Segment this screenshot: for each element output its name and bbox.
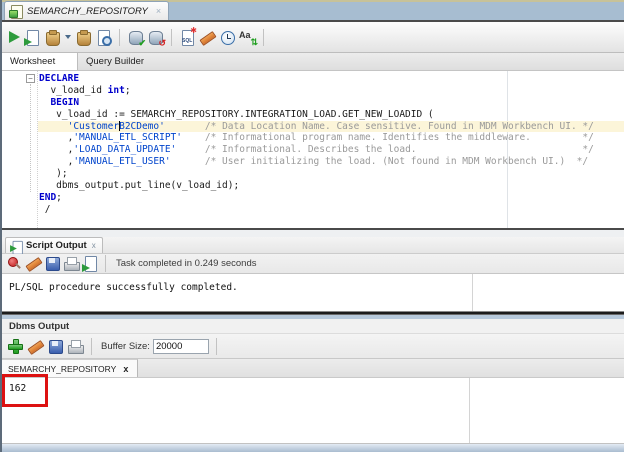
window-bottom-edge [2, 443, 624, 452]
case-toggle-icon[interactable] [239, 29, 258, 48]
add-icon[interactable] [7, 338, 24, 355]
code-line[interactable]: END; [39, 192, 624, 204]
rollback-database-icon[interactable] [147, 29, 166, 49]
toolbar-separator [263, 28, 264, 46]
run-statement-icon[interactable] [8, 29, 21, 46]
sql-label: SQL [182, 37, 193, 44]
unshared-worksheet-icon[interactable]: SQL [179, 26, 197, 46]
explain-plan-icon[interactable] [75, 29, 92, 46]
print-icon[interactable] [63, 255, 80, 272]
save-icon[interactable] [47, 338, 64, 355]
toolbar-separator [171, 28, 172, 46]
script-output-tab-label: Script Output [26, 240, 87, 251]
column-divider [472, 274, 473, 311]
save-icon[interactable] [44, 255, 61, 272]
code-line[interactable]: v_load_id := SEMARCHY_REPOSITORY.INTEGRA… [39, 109, 624, 121]
print-icon[interactable] [67, 338, 84, 355]
script-output-toolbar: Task completed in 0.249 seconds [2, 254, 624, 274]
tab-worksheet[interactable]: Worksheet [2, 53, 78, 70]
tab-query-builder[interactable]: Query Builder [78, 53, 156, 70]
code-line[interactable]: BEGIN [39, 97, 624, 109]
code-line[interactable]: ,'LOAD_DATA_UPDATE' /* Informational. De… [39, 144, 624, 156]
toolbar-separator [119, 28, 120, 46]
script-output-tab-bar: Script Output x [2, 237, 624, 254]
document-tab-bar: SEMARCHY_REPOSITORY × [2, 0, 624, 22]
panel-splitter[interactable] [2, 311, 624, 319]
script-output-text: PL/SQL procedure successfully completed. [9, 282, 238, 293]
dbms-tab-close-icon[interactable]: x [123, 364, 128, 374]
task-status-text: Task completed in 0.249 seconds [116, 258, 257, 269]
dbms-output-toolbar: Buffer Size: [2, 334, 624, 359]
sql-developer-window: SEMARCHY_REPOSITORY × SQL Worksheet Quer… [0, 0, 624, 452]
clear-eraser-icon[interactable] [199, 29, 216, 46]
clear-eraser-icon[interactable] [25, 255, 42, 272]
dbms-output-title: Dbms Output [9, 321, 70, 332]
code-line[interactable]: dbms_output.put_line(v_load_id); [39, 180, 624, 192]
buffer-size-label: Buffer Size: [101, 340, 150, 352]
code-line[interactable]: DECLARE [39, 73, 624, 85]
code-line[interactable]: ,'MANUAL_ETL_USER' /* User initializing … [39, 156, 624, 168]
buffer-size-input[interactable] [152, 338, 209, 354]
code-editor[interactable]: − DECLARE v_load_id int; BEGIN v_load_id… [2, 71, 624, 230]
clear-eraser-icon[interactable] [27, 338, 44, 355]
column-divider [469, 378, 470, 443]
toolbar-separator [215, 337, 217, 355]
code-lines: DECLARE v_load_id int; BEGIN v_load_id :… [2, 73, 624, 216]
dbms-output-header: Dbms Output [2, 319, 624, 334]
code-line[interactable]: v_load_id int; [39, 85, 624, 97]
editor-gutter: − [2, 71, 38, 228]
run-script-icon[interactable] [24, 29, 41, 46]
dbms-tab-label: SEMARCHY_REPOSITORY [8, 363, 117, 374]
editor-tab-bar: Worksheet Query Builder [2, 53, 624, 71]
run-script-icon[interactable] [82, 255, 99, 272]
tab-title: SEMARCHY_REPOSITORY [27, 5, 148, 17]
tab-script-output[interactable]: Script Output x [5, 237, 103, 254]
splitter-controls[interactable]: ▲ ▼ [2, 230, 624, 245]
sql-history-clock-icon[interactable] [219, 29, 236, 46]
code-line[interactable]: / [39, 204, 624, 216]
toolbar-separator [91, 337, 92, 355]
code-line[interactable]: ,'MANUAL_ETL_SCRIPT' /* Informational pr… [39, 132, 624, 144]
worksheet-toolbar: SQL [2, 22, 624, 53]
tab-query-builder-label: Query Builder [86, 56, 145, 67]
code-line[interactable]: ); [39, 168, 624, 180]
script-output-icon [10, 240, 23, 254]
worksheet-document-icon [9, 4, 23, 19]
annotation-highlight-box [2, 374, 48, 407]
script-output-close-icon[interactable]: x [92, 241, 96, 250]
autotrace-icon[interactable] [44, 29, 61, 46]
toolbar-separator [105, 255, 106, 272]
autotrace-dropdown-icon[interactable] [65, 35, 71, 39]
dbms-output-tab-bar: SEMARCHY_REPOSITORY x [2, 359, 624, 378]
tab-worksheet-label: Worksheet [10, 56, 56, 67]
code-line[interactable]: 'CustomerB2CDemo' /* Data Location Name.… [2, 120, 624, 133]
query-preview-icon[interactable] [95, 29, 112, 46]
pushpin-icon[interactable] [6, 255, 23, 272]
tab-close-icon[interactable]: × [156, 6, 161, 16]
tab-semarchy-repository[interactable]: SEMARCHY_REPOSITORY × [4, 1, 170, 20]
script-output-content[interactable]: PL/SQL procedure successfully completed. [2, 274, 624, 311]
code-fold-collapse-icon[interactable]: − [26, 74, 35, 83]
dbms-output-content[interactable]: 162 [2, 374, 624, 443]
commit-database-icon[interactable] [127, 29, 146, 49]
